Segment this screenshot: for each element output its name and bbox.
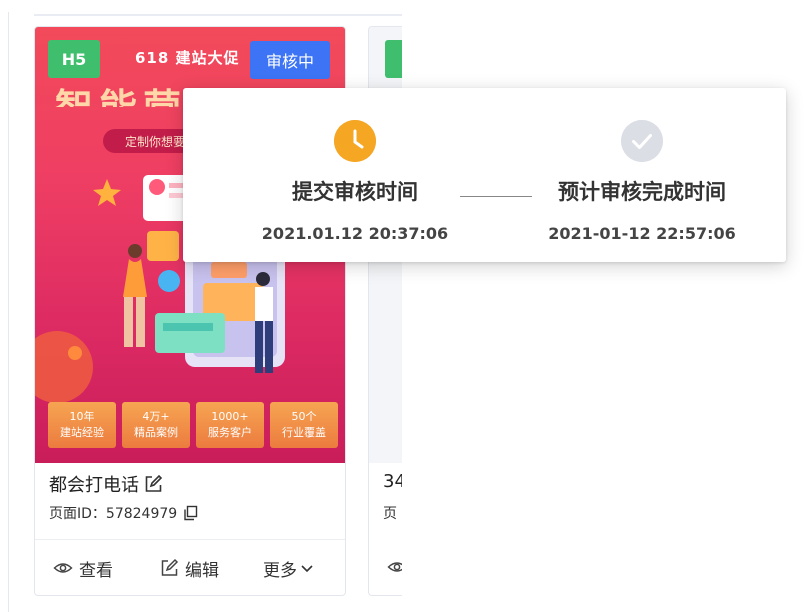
copy-icon[interactable]: [183, 505, 199, 521]
step-connector: [460, 196, 532, 197]
edit-icon: [161, 558, 179, 576]
stat-value: 1000+: [211, 410, 249, 423]
card-divider: [35, 539, 345, 540]
stats-row: 10年 建站经验 4万+ 精品案例 1000+ 服务客户 50个 行业覆盖: [48, 402, 338, 448]
page-id-row: 页面ID：57824979: [49, 503, 199, 523]
stat-value: 4万+: [142, 410, 170, 423]
card-title: 都会打电话: [49, 471, 163, 497]
page: H5 618 建站大促 审核中 智能营销建站 定制你想要的: [0, 0, 810, 612]
page-name: 都会打电话: [49, 475, 139, 496]
review-time-popover: 提交审核时间 2021.01.12 20:37:06 预计审核完成时间 2021…: [183, 88, 786, 262]
check-circle-icon: [621, 120, 663, 162]
eye-icon: [53, 563, 73, 573]
stat-experience: 10年 建站经验: [48, 402, 116, 448]
submit-time: 2021.01.12 20:37:06: [261, 224, 449, 243]
eta-label: 预计审核完成时间: [558, 180, 726, 204]
clock-icon: [334, 120, 376, 162]
stat-caption: 行业覆盖: [282, 426, 326, 439]
stat-caption: 服务客户: [208, 426, 252, 439]
stat-caption: 建站经验: [60, 426, 104, 439]
stat-cases: 4万+ 精品案例: [122, 402, 190, 448]
submit-label: 提交审核时间: [292, 180, 418, 204]
card-actions: 查看 编辑 更多: [35, 553, 345, 583]
eta-time: 2021-01-12 22:57:06: [548, 224, 736, 243]
eta-step: 预计审核完成时间 2021-01-12 22:57:06: [542, 120, 742, 243]
edit-name-icon[interactable]: [143, 474, 163, 494]
top-divider: [34, 14, 402, 16]
more-label: 更多: [263, 560, 297, 581]
page-id: 页面ID：57824979: [49, 506, 178, 522]
page-id-partial: 页: [383, 506, 397, 522]
stat-industries: 50个 行业覆盖: [270, 402, 338, 448]
edit-label: 编辑: [185, 560, 219, 581]
chevron-down-icon: [301, 565, 313, 573]
stat-caption: 精品案例: [134, 426, 178, 439]
view-label: 查看: [79, 560, 113, 581]
stat-value: 50个: [291, 410, 317, 423]
stat-clients: 1000+ 服务客户: [196, 402, 264, 448]
submit-step: 提交审核时间 2021.01.12 20:37:06: [255, 120, 455, 243]
more-button[interactable]: 更多: [263, 556, 314, 581]
stat-value: 10年: [69, 410, 95, 423]
view-button[interactable]: 查看: [53, 556, 113, 581]
edit-button[interactable]: 编辑: [159, 556, 219, 581]
